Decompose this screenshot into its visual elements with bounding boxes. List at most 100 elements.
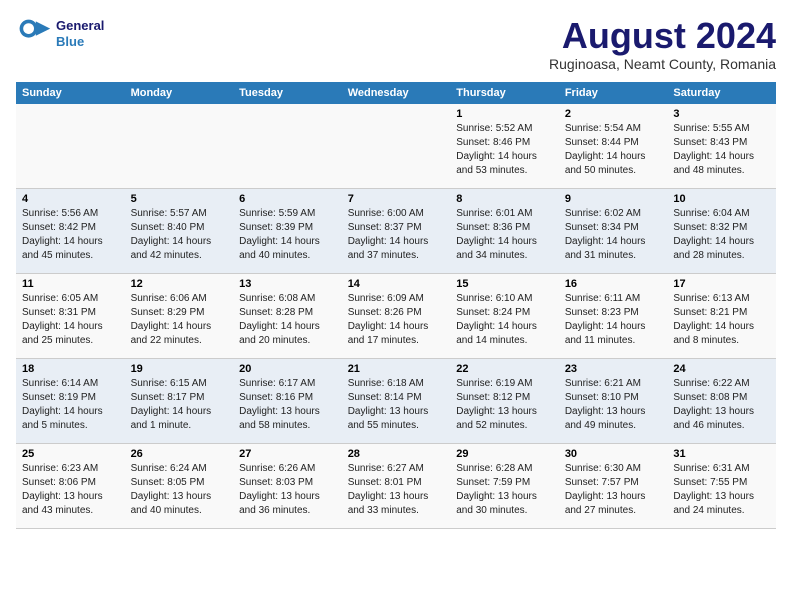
day-info: Sunrise: 5:59 AM Sunset: 8:39 PM Dayligh… [239, 207, 336, 263]
calendar-cell: 13Sunrise: 6:08 AM Sunset: 8:28 PM Dayli… [233, 274, 342, 359]
day-info: Sunrise: 6:30 AM Sunset: 7:57 PM Dayligh… [565, 462, 662, 518]
day-info: Sunrise: 6:21 AM Sunset: 8:10 PM Dayligh… [565, 377, 662, 433]
day-number: 28 [348, 448, 445, 460]
logo: General Blue [16, 16, 104, 52]
day-number: 21 [348, 363, 445, 375]
day-info: Sunrise: 6:05 AM Sunset: 8:31 PM Dayligh… [22, 292, 119, 348]
day-info: Sunrise: 6:06 AM Sunset: 8:29 PM Dayligh… [131, 292, 228, 348]
calendar-cell: 29 Sunrise: 6:28 AM Sunset: 7:59 PM Dayli… [450, 444, 559, 529]
day-info: Sunrise: 5:54 AM Sunset: 8:44 PM Dayligh… [565, 122, 662, 178]
day-number: 31 [673, 448, 770, 460]
calendar-table: SundayMondayTuesdayWednesdayThursdayFrid… [16, 82, 776, 530]
calendar-cell: 23 Sunrise: 6:21 AM Sunset: 8:10 PM Dayli… [559, 359, 668, 444]
day-info: Sunrise: 6:11 AM Sunset: 8:23 PM Dayligh… [565, 292, 662, 348]
logo-line2: Blue [56, 34, 104, 50]
day-info: Sunrise: 6:15 AM Sunset: 8:17 PM Dayligh… [131, 377, 228, 433]
column-header-thursday: Thursday [450, 82, 559, 104]
day-number: 1 [456, 108, 553, 120]
calendar-cell: 7 Sunrise: 6:00 AM Sunset: 8:37 PM Daylig… [342, 189, 451, 274]
calendar-cell: 11 Sunrise: 6:05 AM Sunset: 8:31 PM Dayli… [16, 274, 125, 359]
column-header-wednesday: Wednesday [342, 82, 451, 104]
month-year: August 2024 [549, 16, 776, 56]
calendar-week-row: 18Sunrise: 6:14 AM Sunset: 8:19 PM Dayli… [16, 359, 776, 444]
calendar-cell [233, 104, 342, 189]
logo-icon [16, 16, 52, 52]
day-info: Sunrise: 6:18 AM Sunset: 8:14 PM Dayligh… [348, 377, 445, 433]
calendar-cell: 24 Sunrise: 6:22 AM Sunset: 8:08 PM Dayli… [667, 359, 776, 444]
day-number: 23 [565, 363, 662, 375]
column-header-tuesday: Tuesday [233, 82, 342, 104]
day-info: Sunrise: 6:00 AM Sunset: 8:37 PM Dayligh… [348, 207, 445, 263]
day-info: Sunrise: 5:52 AM Sunset: 8:46 PM Dayligh… [456, 122, 553, 178]
calendar-cell: 8Sunrise: 6:01 AM Sunset: 8:36 PM Daylig… [450, 189, 559, 274]
calendar-cell: 14 Sunrise: 6:09 AM Sunset: 8:26 PM Dayli… [342, 274, 451, 359]
title-area: August 2024 Ruginoasa, Neamt County, Rom… [549, 16, 776, 72]
day-number: 15 [456, 278, 553, 290]
calendar-week-row: 1 Sunrise: 5:52 AM Sunset: 8:46 PM Daylig… [16, 104, 776, 189]
day-info: Sunrise: 6:19 AM Sunset: 8:12 PM Dayligh… [456, 377, 553, 433]
calendar-cell: 3 Sunrise: 5:55 AM Sunset: 8:43 PM Daylig… [667, 104, 776, 189]
calendar-cell [16, 104, 125, 189]
day-info: Sunrise: 6:26 AM Sunset: 8:03 PM Dayligh… [239, 462, 336, 518]
day-number: 7 [348, 193, 445, 205]
day-number: 30 [565, 448, 662, 460]
calendar-cell: 9Sunrise: 6:02 AM Sunset: 8:34 PM Daylig… [559, 189, 668, 274]
day-number: 2 [565, 108, 662, 120]
column-header-saturday: Saturday [667, 82, 776, 104]
calendar-cell: 30 Sunrise: 6:30 AM Sunset: 7:57 PM Dayli… [559, 444, 668, 529]
day-number: 26 [131, 448, 228, 460]
day-number: 24 [673, 363, 770, 375]
calendar-week-row: 25 Sunrise: 6:23 AM Sunset: 8:06 PM Dayli… [16, 444, 776, 529]
day-number: 13 [239, 278, 336, 290]
calendar-cell: 19Sunrise: 6:15 AM Sunset: 8:17 PM Dayli… [125, 359, 234, 444]
calendar-cell: 4Sunrise: 5:56 AM Sunset: 8:42 PM Daylig… [16, 189, 125, 274]
calendar-header-row: SundayMondayTuesdayWednesdayThursdayFrid… [16, 82, 776, 104]
calendar-cell: 5 Sunrise: 5:57 AM Sunset: 8:40 PM Daylig… [125, 189, 234, 274]
day-info: Sunrise: 6:04 AM Sunset: 8:32 PM Dayligh… [673, 207, 770, 263]
calendar-cell: 20 Sunrise: 6:17 AM Sunset: 8:16 PM Dayli… [233, 359, 342, 444]
calendar-cell [342, 104, 451, 189]
day-number: 10 [673, 193, 770, 205]
day-number: 17 [673, 278, 770, 290]
day-info: Sunrise: 6:17 AM Sunset: 8:16 PM Dayligh… [239, 377, 336, 433]
day-number: 16 [565, 278, 662, 290]
calendar-cell: 21 Sunrise: 6:18 AM Sunset: 8:14 PM Dayli… [342, 359, 451, 444]
day-number: 6 [239, 193, 336, 205]
calendar-cell: 31 Sunrise: 6:31 AM Sunset: 7:55 PM Dayli… [667, 444, 776, 529]
day-number: 11 [22, 278, 119, 290]
day-number: 3 [673, 108, 770, 120]
calendar-cell: 17Sunrise: 6:13 AM Sunset: 8:21 PM Dayli… [667, 274, 776, 359]
calendar-cell [125, 104, 234, 189]
calendar-cell: 15Sunrise: 6:10 AM Sunset: 8:24 PM Dayli… [450, 274, 559, 359]
day-info: Sunrise: 6:28 AM Sunset: 7:59 PM Dayligh… [456, 462, 553, 518]
day-info: Sunrise: 6:09 AM Sunset: 8:26 PM Dayligh… [348, 292, 445, 348]
column-header-monday: Monday [125, 82, 234, 104]
calendar-week-row: 11 Sunrise: 6:05 AM Sunset: 8:31 PM Dayli… [16, 274, 776, 359]
column-header-sunday: Sunday [16, 82, 125, 104]
day-number: 20 [239, 363, 336, 375]
logo-line1: General [56, 18, 104, 34]
day-info: Sunrise: 6:27 AM Sunset: 8:01 PM Dayligh… [348, 462, 445, 518]
day-number: 22 [456, 363, 553, 375]
day-info: Sunrise: 5:55 AM Sunset: 8:43 PM Dayligh… [673, 122, 770, 178]
day-info: Sunrise: 6:23 AM Sunset: 8:06 PM Dayligh… [22, 462, 119, 518]
day-number: 5 [131, 193, 228, 205]
day-number: 18 [22, 363, 119, 375]
day-info: Sunrise: 6:02 AM Sunset: 8:34 PM Dayligh… [565, 207, 662, 263]
calendar-cell: 10 Sunrise: 6:04 AM Sunset: 8:32 PM Dayli… [667, 189, 776, 274]
calendar-cell: 1 Sunrise: 5:52 AM Sunset: 8:46 PM Daylig… [450, 104, 559, 189]
day-number: 29 [456, 448, 553, 460]
day-number: 25 [22, 448, 119, 460]
day-number: 4 [22, 193, 119, 205]
calendar-cell: 28 Sunrise: 6:27 AM Sunset: 8:01 PM Dayli… [342, 444, 451, 529]
day-info: Sunrise: 6:31 AM Sunset: 7:55 PM Dayligh… [673, 462, 770, 518]
day-info: Sunrise: 6:24 AM Sunset: 8:05 PM Dayligh… [131, 462, 228, 518]
day-info: Sunrise: 6:22 AM Sunset: 8:08 PM Dayligh… [673, 377, 770, 433]
calendar-cell: 18Sunrise: 6:14 AM Sunset: 8:19 PM Dayli… [16, 359, 125, 444]
calendar-cell: 25 Sunrise: 6:23 AM Sunset: 8:06 PM Dayli… [16, 444, 125, 529]
day-number: 27 [239, 448, 336, 460]
page-header: General Blue August 2024 Ruginoasa, Neam… [16, 16, 776, 72]
calendar-cell: 27 Sunrise: 6:26 AM Sunset: 8:03 PM Dayli… [233, 444, 342, 529]
day-number: 14 [348, 278, 445, 290]
day-info: Sunrise: 5:57 AM Sunset: 8:40 PM Dayligh… [131, 207, 228, 263]
